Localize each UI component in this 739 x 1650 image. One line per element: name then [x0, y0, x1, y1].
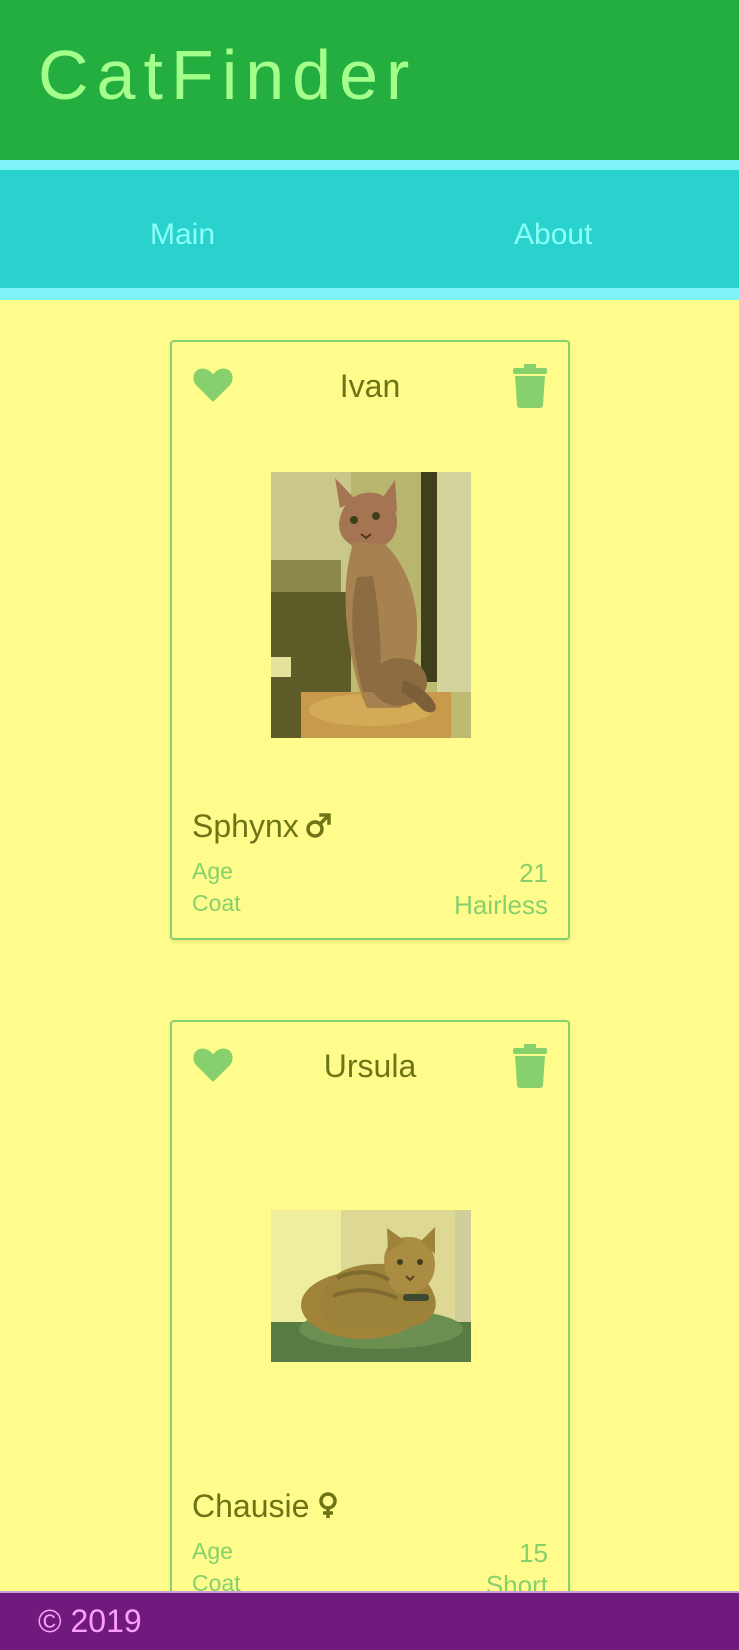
chausie-cat-photo	[271, 1210, 471, 1362]
coat-value: Hairless	[454, 890, 548, 920]
male-symbol-icon	[305, 813, 331, 838]
breed-line: Chausie	[192, 1490, 341, 1522]
cat-name: Ivan	[339, 368, 401, 404]
trash-icon[interactable]	[512, 1044, 548, 1088]
breed-line: Sphynx	[192, 810, 331, 842]
cat-card: Ursula Chausie Age 15 Coat Short	[170, 1020, 570, 1620]
nav-main-link[interactable]: Main	[150, 220, 215, 250]
catfinder-page: CatFinder Main About Ivan Sphynx Age 21 …	[0, 0, 739, 1650]
age-value: 15	[519, 1538, 548, 1568]
sphynx-cat-photo	[271, 472, 471, 738]
nav-about-link[interactable]: About	[514, 220, 592, 250]
main-nav: Main About	[0, 160, 739, 300]
cat-photo	[271, 1210, 471, 1362]
cat-photo	[271, 472, 471, 738]
app-header: CatFinder	[0, 0, 739, 160]
age-label: Age	[192, 858, 233, 884]
trash-icon[interactable]	[512, 364, 548, 408]
breed-name: Sphynx	[192, 808, 299, 844]
age-value: 21	[519, 858, 548, 888]
age-label: Age	[192, 1538, 233, 1564]
copyright-text: © 2019	[38, 1603, 142, 1639]
app-footer: © 2019	[0, 1591, 739, 1650]
cat-card: Ivan Sphynx Age 21 Coat Hairless	[170, 340, 570, 940]
female-symbol-icon	[319, 1492, 338, 1518]
breed-name: Chausie	[192, 1488, 310, 1524]
app-title: CatFinder	[38, 36, 418, 114]
coat-label: Coat	[192, 890, 241, 916]
cat-name: Ursula	[323, 1048, 417, 1084]
